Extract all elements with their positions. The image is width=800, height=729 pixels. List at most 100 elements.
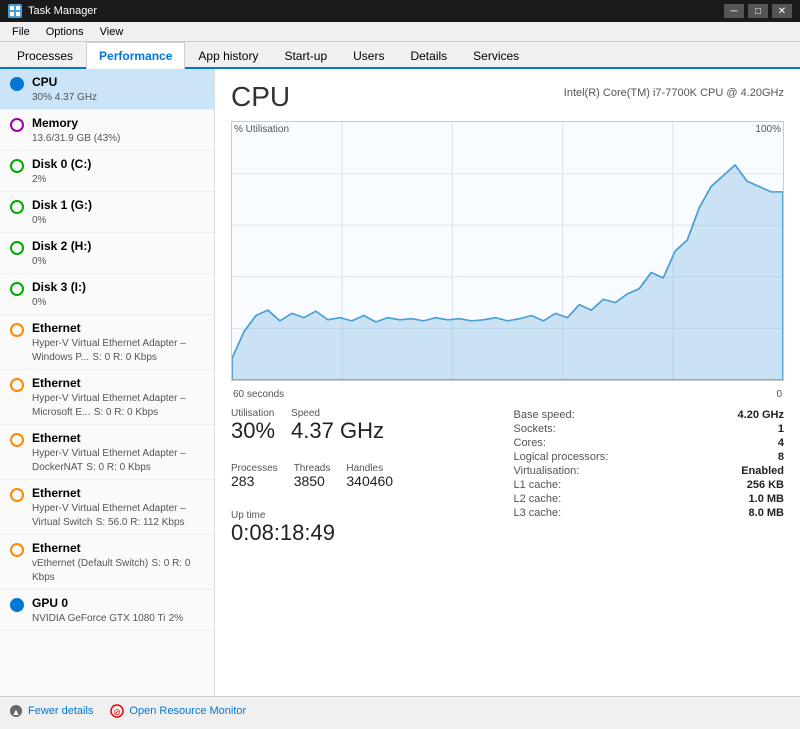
disk1-label: Disk 1 (G:)	[32, 198, 92, 212]
detail-title: CPU	[231, 81, 290, 113]
tab-details[interactable]: Details	[397, 42, 460, 69]
title-bar: Task Manager ─ □ ✕	[0, 0, 800, 22]
disk0-indicator	[10, 159, 24, 173]
detail-panel: CPU Intel(R) Core(TM) i7-7700K CPU @ 4.2…	[215, 69, 800, 696]
cpu-chart: % Utilisation 100%	[231, 121, 784, 381]
eth4-label: Ethernet	[32, 486, 204, 500]
eth5-desc: vEthernet (Default Switch)	[32, 558, 148, 569]
app-title: Task Manager	[28, 5, 97, 17]
virtualisation-value: Enabled	[741, 465, 784, 477]
app-icon	[8, 4, 22, 18]
minimize-button[interactable]: ─	[724, 4, 744, 18]
sidebar-item-gpu0[interactable]: GPU 0 NVIDIA GeForce GTX 1080 Ti 2%	[0, 590, 214, 631]
sidebar-item-disk2[interactable]: Disk 2 (H:) 0%	[0, 233, 214, 274]
sidebar-item-eth5[interactable]: Ethernet vEthernet (Default Switch) S: 0…	[0, 535, 214, 590]
info-l2: L2 cache: 1.0 MB	[514, 492, 785, 506]
base-speed-value: 4.20 GHz	[738, 409, 784, 421]
window-controls[interactable]: ─ □ ✕	[724, 4, 792, 18]
maximize-button[interactable]: □	[748, 4, 768, 18]
stat-handles: Handles 340460	[346, 463, 393, 489]
stats-grid: Utilisation 30% Speed 4.37 GHz Processes…	[231, 408, 784, 555]
logical-value: 8	[778, 451, 784, 463]
utilisation-value: 30%	[231, 418, 275, 443]
sidebar-item-cpu[interactable]: CPU 30% 4.37 GHz	[0, 69, 214, 110]
detail-subtitle: Intel(R) Core(TM) i7-7700K CPU @ 4.20GHz	[564, 87, 784, 99]
sidebar-item-eth4[interactable]: Ethernet Hyper-V Virtual Ethernet Adapte…	[0, 480, 214, 535]
eth1-label: Ethernet	[32, 321, 204, 335]
sidebar-item-eth3[interactable]: Ethernet Hyper-V Virtual Ethernet Adapte…	[0, 425, 214, 480]
disk3-label: Disk 3 (I:)	[32, 280, 86, 294]
chart-x-left: 60 seconds	[233, 389, 284, 400]
disk0-label: Disk 0 (C:)	[32, 157, 91, 171]
processes-value: 283	[231, 473, 254, 489]
sidebar-item-eth2[interactable]: Ethernet Hyper-V Virtual Ethernet Adapte…	[0, 370, 214, 425]
chart-y-label: % Utilisation	[234, 124, 289, 135]
gpu0-label: GPU 0	[32, 596, 183, 610]
l1-value: 256 KB	[747, 479, 784, 491]
stat-threads: Threads 3850	[294, 463, 331, 489]
close-button[interactable]: ✕	[772, 4, 792, 18]
fewer-details-label: Fewer details	[28, 705, 93, 717]
menu-options[interactable]: Options	[38, 24, 92, 39]
eth2-label: Ethernet	[32, 376, 204, 390]
info-l1: L1 cache: 256 KB	[514, 478, 785, 492]
tab-bar: Processes Performance App history Start-…	[0, 42, 800, 69]
tab-processes[interactable]: Processes	[4, 42, 86, 69]
cpu-value: 30% 4.37 GHz	[32, 92, 97, 103]
memory-label: Memory	[32, 116, 120, 130]
logical-label: Logical processors:	[514, 451, 609, 463]
disk3-value: 0%	[32, 297, 46, 308]
sidebar: CPU 30% 4.37 GHz Memory 13.6/31.9 GB (43…	[0, 69, 215, 696]
sidebar-item-memory[interactable]: Memory 13.6/31.9 GB (43%)	[0, 110, 214, 151]
bottom-bar: ▲ Fewer details ⊘ Open Resource Monitor	[0, 696, 800, 724]
cpu-info-table: Base speed: 4.20 GHz Sockets: 1 Cores: 4…	[514, 408, 785, 520]
tab-services[interactable]: Services	[460, 42, 532, 69]
sidebar-item-disk1[interactable]: Disk 1 (G:) 0%	[0, 192, 214, 233]
gpu0-indicator	[10, 598, 24, 612]
eth2-indicator	[10, 378, 24, 392]
cpu-label: CPU	[32, 75, 97, 89]
info-logical: Logical processors: 8	[514, 450, 785, 464]
sidebar-item-eth1[interactable]: Ethernet Hyper-V Virtual Ethernet Adapte…	[0, 315, 214, 370]
memory-indicator	[10, 118, 24, 132]
open-resource-monitor-icon: ⊘	[109, 703, 125, 719]
chart-x-labels: 60 seconds 0	[231, 389, 784, 400]
menu-file[interactable]: File	[4, 24, 38, 39]
disk0-value: 2%	[32, 174, 46, 185]
eth3-label: Ethernet	[32, 431, 204, 445]
info-sockets: Sockets: 1	[514, 422, 785, 436]
eth3-indicator	[10, 433, 24, 447]
svg-text:⊘: ⊘	[114, 707, 122, 717]
open-resource-monitor-label: Open Resource Monitor	[129, 705, 246, 717]
eth5-label: Ethernet	[32, 541, 204, 555]
disk1-value: 0%	[32, 215, 46, 226]
eth4-value: S: 56.0 R: 112 Kbps	[96, 517, 185, 528]
l1-label: L1 cache:	[514, 479, 562, 491]
disk3-indicator	[10, 282, 24, 296]
disk1-indicator	[10, 200, 24, 214]
base-speed-label: Base speed:	[514, 409, 575, 421]
cpu-indicator	[10, 77, 24, 91]
eth4-indicator	[10, 488, 24, 502]
disk2-value: 0%	[32, 256, 46, 267]
open-resource-monitor-link[interactable]: ⊘ Open Resource Monitor	[109, 703, 246, 719]
eth3-value: S: 0 R: 0 Kbps	[86, 462, 150, 473]
tab-app-history[interactable]: App history	[185, 42, 271, 69]
tab-startup[interactable]: Start-up	[271, 42, 340, 69]
sidebar-item-disk0[interactable]: Disk 0 (C:) 2%	[0, 151, 214, 192]
sidebar-item-disk3[interactable]: Disk 3 (I:) 0%	[0, 274, 214, 315]
gpu0-value: 2%	[169, 613, 183, 624]
eth1-indicator	[10, 323, 24, 337]
menu-view[interactable]: View	[92, 24, 132, 39]
uptime-value: 0:08:18:49	[231, 520, 335, 545]
sockets-value: 1	[778, 423, 784, 435]
tab-performance[interactable]: Performance	[86, 42, 185, 69]
tab-users[interactable]: Users	[340, 42, 397, 69]
fewer-details-link[interactable]: ▲ Fewer details	[8, 703, 93, 719]
eth5-indicator	[10, 543, 24, 557]
memory-value: 13.6/31.9 GB (43%)	[32, 133, 120, 144]
l3-value: 8.0 MB	[749, 507, 784, 519]
eth1-value: S: 0 R: 0 Kbps	[92, 352, 156, 363]
stats-right: Base speed: 4.20 GHz Sockets: 1 Cores: 4…	[514, 408, 785, 555]
info-l3: L3 cache: 8.0 MB	[514, 506, 785, 520]
